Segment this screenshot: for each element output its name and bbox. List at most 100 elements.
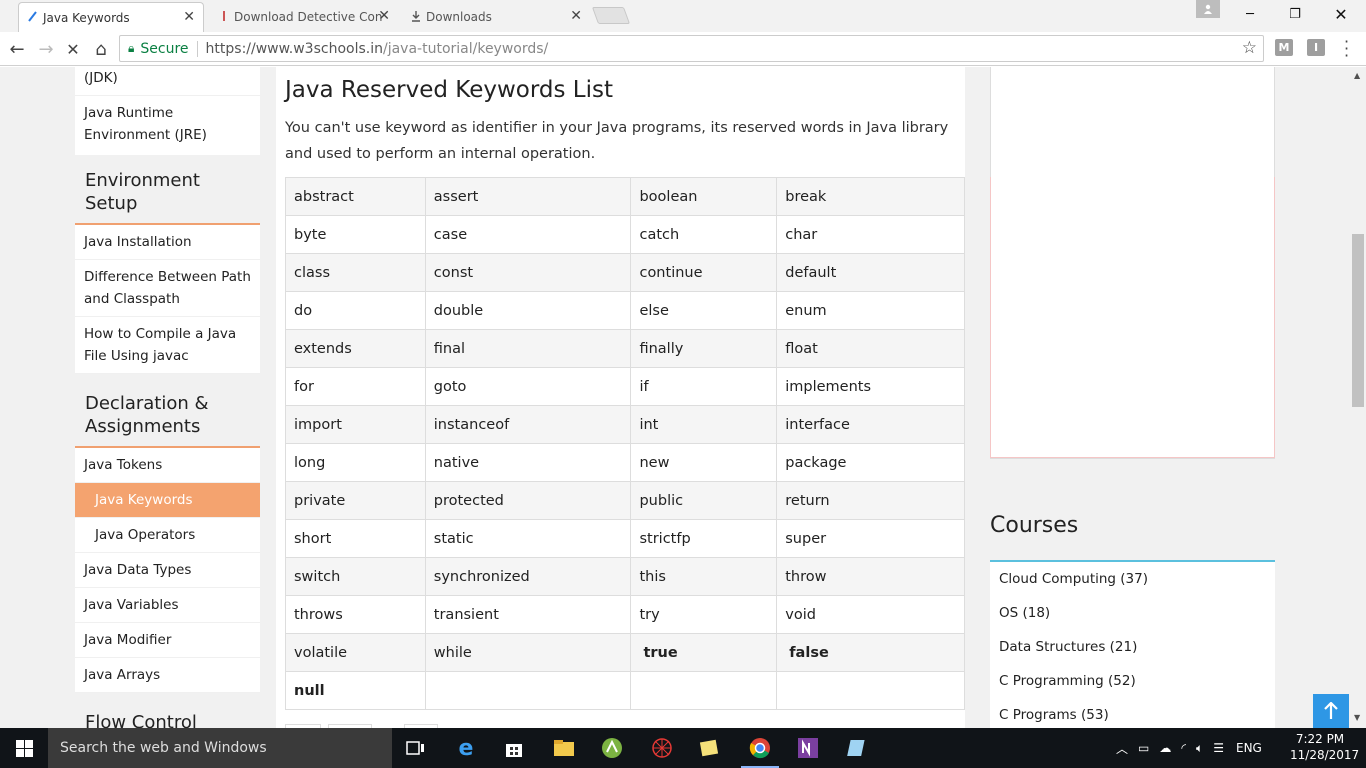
close-tab-icon[interactable]: ✕ [570, 8, 582, 24]
profile-icon[interactable] [1196, 0, 1220, 18]
divider [196, 40, 198, 57]
keyword-cell: static [424, 519, 632, 558]
input-language-indicator[interactable]: ENG [1236, 741, 1262, 755]
sidebar-item-path-classpath[interactable]: Difference Between Path and Classpath [75, 260, 260, 317]
edge-browser-icon[interactable]: e [454, 736, 478, 761]
scroll-to-top-button[interactable] [1313, 694, 1349, 728]
keyword-cell: short [285, 519, 426, 558]
course-link-c-programming[interactable]: C Programming (52) [990, 664, 1275, 698]
tab-title: Java Keywords [43, 10, 130, 25]
course-link-data-structures[interactable]: Data Structures (21) [990, 630, 1275, 664]
sidebar-item-java-keywords[interactable]: Java Keywords [75, 483, 260, 518]
sidebar-item-java-installation[interactable]: Java Installation [75, 225, 260, 260]
wifi-icon[interactable]: ◜ [1181, 741, 1186, 755]
intro-paragraph: You can't use keyword as identifier in y… [285, 120, 949, 162]
close-tab-icon[interactable]: ✕ [183, 9, 195, 25]
sidebar-item-java-tokens[interactable]: Java Tokens [75, 448, 260, 483]
keyword-cell: continue [630, 253, 778, 292]
sidebar-item-java-data-types[interactable]: Java Data Types [75, 553, 260, 588]
new-tab-button[interactable] [591, 7, 631, 24]
chrome-menu-icon[interactable]: · · · [1344, 34, 1349, 64]
address-bar[interactable]: 🔒︎ Secure https://www.w3schools.in/java-… [119, 35, 1264, 62]
sidebar-top-group: (JDK) Java Runtime Environment (JRE) [75, 67, 260, 155]
keyword-cell: assert [424, 177, 632, 216]
url-text: https://www.w3schools.in/java-tutorial/k… [206, 41, 549, 57]
keyword-cell: void [776, 595, 965, 634]
detective-favicon-icon [223, 11, 225, 21]
keyword-cell: true [630, 633, 778, 672]
table-row: byte case catch char [285, 215, 965, 254]
sticky-notes-icon[interactable] [698, 736, 722, 760]
home-icon[interactable]: ⌂ [90, 38, 112, 60]
tab-downloads[interactable]: Downloads ✕ [402, 2, 590, 32]
sidebar-item-java-operators[interactable]: Java Operators [75, 518, 260, 553]
table-row: private protected public return [285, 481, 965, 520]
security-label: Secure [140, 40, 189, 57]
close-window-button[interactable]: ✕ [1318, 0, 1364, 28]
spider-app-icon[interactable] [650, 736, 674, 760]
course-link-os[interactable]: OS (18) [990, 596, 1275, 630]
chrome-icon[interactable] [748, 736, 772, 760]
keyword-cell: volatile [285, 633, 426, 672]
forward-arrow-icon[interactable]: → [35, 38, 57, 60]
w3schools-favicon-icon [28, 11, 37, 22]
sidebar-item-compile-javac[interactable]: How to Compile a Java File Using javac [75, 317, 260, 374]
scroll-up-arrow-icon[interactable]: ▲ [1354, 71, 1360, 80]
download-icon [412, 11, 420, 22]
keywords-table: abstract assert boolean break byte case catch c… [285, 177, 965, 710]
tab-java-keywords[interactable]: Java Keywords ✕ [18, 2, 204, 32]
page-scrollbar[interactable]: ▲ ▼ [1350, 67, 1366, 728]
onenote-icon[interactable] [796, 736, 820, 760]
taskbar-search-box[interactable]: Search the web and Windows [48, 728, 392, 768]
keyword-cell: if [630, 367, 778, 406]
file-explorer-icon[interactable] [552, 736, 576, 760]
search-placeholder: Search the web and Windows [60, 740, 267, 756]
battery-icon[interactable]: ▭ [1138, 741, 1149, 755]
show-hidden-icons-chevron-icon[interactable]: ︿ [1116, 740, 1128, 757]
onedrive-cloud-icon[interactable]: ☁ [1159, 741, 1171, 755]
sidebar-item-java-variables[interactable]: Java Variables [75, 588, 260, 623]
stop-loading-icon[interactable]: ✕ [62, 38, 84, 60]
keyword-cell: break [776, 177, 965, 216]
keyword-cell: int [630, 405, 778, 444]
sidebar-item-jre[interactable]: Java Runtime Environment (JRE) [75, 96, 260, 155]
action-center-icon[interactable]: ☰ [1213, 741, 1224, 755]
sidebar-item-java-modifier[interactable]: Java Modifier [75, 623, 260, 658]
restore-button[interactable]: ❐ [1272, 0, 1318, 28]
close-tab-icon[interactable]: ✕ [378, 8, 390, 24]
sidebar-group: Java Installation Difference Between Pat… [75, 225, 260, 374]
sidebar-item-jdk[interactable]: (JDK) [75, 67, 260, 96]
volume-icon[interactable]: 🔈︎ [1196, 741, 1203, 756]
keyword-cell: enum [776, 291, 965, 330]
tutorial-sidebar: (JDK) Java Runtime Environment (JRE) Env… [75, 67, 260, 728]
keyword-cell: private [285, 481, 426, 520]
bookmark-star-icon[interactable]: ☆ [1242, 38, 1257, 58]
keyword-cell: import [285, 405, 426, 444]
course-link-cloud-computing[interactable]: Cloud Computing (37) [990, 562, 1275, 596]
taskbar-clock[interactable]: 7:22 PM 11/28/2017 [1290, 731, 1359, 763]
notepad-icon[interactable] [846, 736, 870, 760]
scrollbar-thumb[interactable] [1352, 234, 1364, 407]
android-studio-icon[interactable] [600, 736, 624, 760]
course-link-c-programs[interactable]: C Programs (53) [990, 698, 1275, 728]
table-row: short static strictfp super [285, 519, 965, 558]
table-row: for goto if implements [285, 367, 965, 406]
start-button[interactable] [0, 728, 48, 768]
scroll-down-arrow-icon[interactable]: ▼ [1354, 713, 1360, 722]
keyword-cell [424, 671, 632, 710]
minimize-button[interactable]: ─ [1227, 0, 1273, 28]
sidebar-item-java-arrays[interactable]: Java Arrays [75, 658, 260, 693]
keyword-cell: for [285, 367, 426, 406]
task-view-icon[interactable] [404, 736, 428, 760]
keyword-cell: implements [776, 367, 965, 406]
extension-i-icon[interactable]: I [1307, 39, 1325, 56]
keyword-cell: const [424, 253, 632, 292]
extension-m-icon[interactable]: M [1275, 39, 1293, 56]
keyword-cell: catch [630, 215, 778, 254]
store-icon[interactable] [502, 736, 526, 760]
tab-download-detective[interactable]: Download Detective Con ✕ [210, 2, 398, 32]
back-arrow-icon[interactable]: ← [6, 38, 28, 60]
keyword-cell: new [630, 443, 778, 482]
table-row: import instanceof int interface [285, 405, 965, 444]
keyword-cell: do [285, 291, 426, 330]
